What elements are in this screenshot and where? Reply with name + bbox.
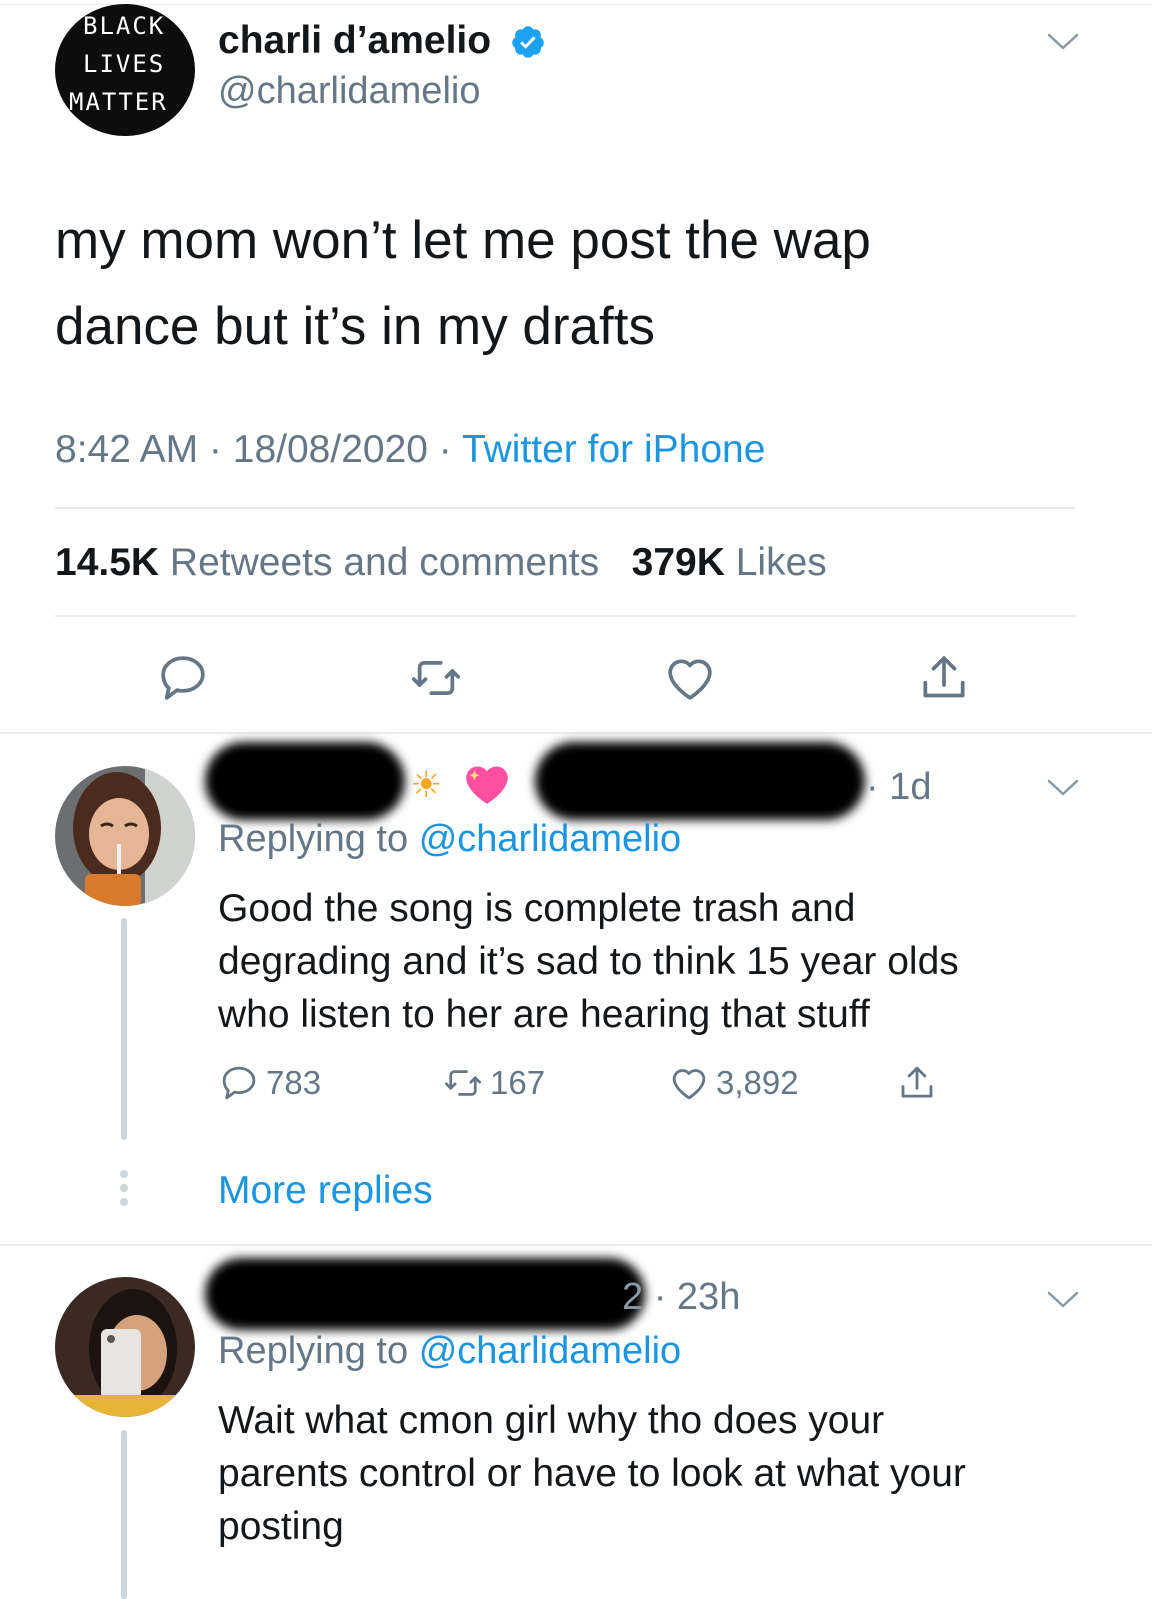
retweet-icon[interactable] bbox=[408, 650, 464, 706]
chevron-down-icon[interactable] bbox=[1046, 1290, 1080, 1310]
reply-avatar[interactable] bbox=[55, 1277, 195, 1417]
more-dots-icon bbox=[120, 1170, 128, 1206]
likes-label: Likes bbox=[735, 541, 827, 584]
reply-time-value[interactable]: 23h bbox=[677, 1276, 740, 1318]
handle-suffix: 2 bbox=[622, 1276, 644, 1318]
tweet-time[interactable]: 8:42 AM bbox=[55, 428, 198, 471]
retweets-stat[interactable]: 14.5K Retweets and comments bbox=[55, 541, 599, 584]
reply-text-line: Wait what cmon girl why tho does your bbox=[218, 1399, 885, 1442]
share-icon[interactable] bbox=[916, 650, 972, 706]
like-action[interactable]: 3,892 bbox=[668, 1062, 799, 1104]
redacted-name bbox=[205, 742, 405, 820]
author-handle[interactable]: @charlidamelio bbox=[218, 68, 480, 114]
reply-text-line: posting bbox=[218, 1505, 344, 1548]
like-count: 3,892 bbox=[716, 1064, 799, 1101]
tweet-meta: 8:42 AM · 18/08/2020 · Twitter for iPhon… bbox=[55, 425, 765, 475]
reply-text: Wait what cmon girl why tho does your pa… bbox=[218, 1394, 1098, 1553]
author-name[interactable]: charli d’amelio bbox=[218, 18, 491, 64]
reply-avatar-image bbox=[55, 766, 195, 906]
tweet-text: my mom won’t let me post the wap dance b… bbox=[55, 198, 1065, 370]
redacted-handle bbox=[535, 742, 865, 820]
avatar-text-lives: LIVES bbox=[83, 50, 166, 78]
reply-action[interactable]: 783 bbox=[218, 1062, 321, 1104]
section-divider bbox=[0, 732, 1152, 734]
avatar-text-matter: MATTER bbox=[69, 88, 168, 116]
tweet-date[interactable]: 18/08/2020 bbox=[233, 428, 428, 471]
tweet-stats: 14.5K Retweets and comments 379K Likes bbox=[55, 538, 827, 588]
divider bbox=[55, 615, 1075, 617]
replying-to: Replying to @charlidamelio bbox=[218, 1328, 681, 1374]
reply-avatar[interactable] bbox=[55, 766, 195, 906]
meta-dot: · bbox=[198, 428, 233, 471]
reply-text: Good the song is complete trash and degr… bbox=[218, 882, 1078, 1041]
avatar-text-black: BLACK bbox=[83, 12, 166, 40]
thread-line bbox=[121, 1430, 127, 1599]
tweet-source-link[interactable]: Twitter for iPhone bbox=[462, 428, 765, 471]
likes-stat[interactable]: 379K Likes bbox=[632, 541, 827, 584]
tweet-text-line: my mom won’t let me post the wap bbox=[55, 211, 871, 270]
like-icon[interactable] bbox=[662, 650, 718, 706]
divider bbox=[55, 507, 1075, 509]
replying-prefix: Replying to bbox=[218, 1330, 409, 1372]
reply-time-value[interactable]: 1d bbox=[889, 766, 931, 808]
retweets-count: 14.5K bbox=[55, 541, 160, 584]
retweets-label: Retweets and comments bbox=[169, 541, 600, 584]
replying-mention-link[interactable]: @charlidamelio bbox=[419, 1330, 681, 1372]
chevron-down-icon[interactable] bbox=[1046, 778, 1080, 798]
reply-text-line: who listen to her are hearing that stuff bbox=[218, 993, 870, 1036]
reply-icon[interactable] bbox=[155, 650, 211, 706]
reply-text-line: degrading and it’s sad to think 15 year … bbox=[218, 940, 959, 983]
reply-text-line: parents control or have to look at what … bbox=[218, 1452, 966, 1495]
retweet-icon bbox=[444, 1070, 482, 1096]
replying-prefix: Replying to bbox=[218, 818, 409, 860]
reply-time: 2 · 23h bbox=[622, 1276, 741, 1318]
share-action[interactable] bbox=[896, 1062, 944, 1104]
meta-dot: · bbox=[427, 428, 462, 471]
author-avatar[interactable]: BLACK LIVES MATTER bbox=[55, 4, 195, 136]
tweet-text-line: dance but it’s in my drafts bbox=[55, 297, 655, 356]
thread-line bbox=[121, 918, 127, 1140]
chevron-down-icon[interactable] bbox=[1046, 32, 1080, 52]
reply-avatar-image bbox=[55, 1277, 195, 1417]
verified-badge-icon bbox=[512, 26, 544, 58]
reply-time: · 1d bbox=[866, 766, 932, 808]
likes-count: 379K bbox=[631, 541, 725, 584]
reply-icon bbox=[222, 1066, 256, 1100]
sparkling-heart-icon bbox=[466, 766, 508, 804]
reply-text-line: Good the song is complete trash and bbox=[218, 887, 856, 930]
replying-to: Replying to @charlidamelio bbox=[218, 816, 681, 862]
sun-emoji-icon: ☀ bbox=[410, 765, 443, 806]
retweet-count: 167 bbox=[490, 1064, 546, 1101]
reply-count: 783 bbox=[266, 1064, 322, 1101]
section-divider bbox=[0, 1244, 1152, 1246]
more-replies-link[interactable]: More replies bbox=[218, 1166, 433, 1216]
share-icon bbox=[901, 1066, 933, 1098]
top-divider bbox=[0, 4, 1152, 5]
like-icon bbox=[672, 1069, 706, 1100]
replying-mention-link[interactable]: @charlidamelio bbox=[419, 818, 681, 860]
retweet-action[interactable]: 167 bbox=[442, 1062, 545, 1104]
redacted-name bbox=[205, 1258, 645, 1330]
